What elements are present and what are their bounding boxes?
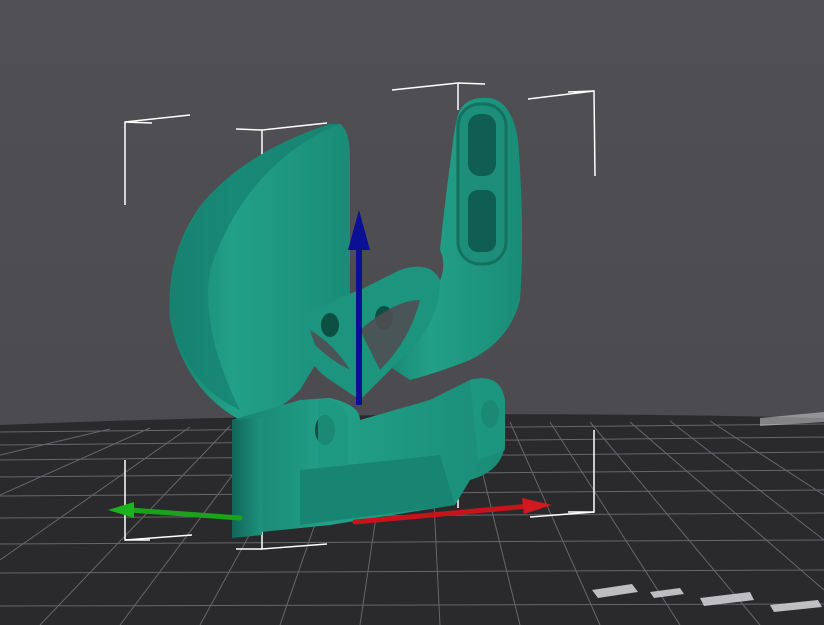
scene xyxy=(0,0,824,625)
3d-viewport[interactable] xyxy=(0,0,824,625)
